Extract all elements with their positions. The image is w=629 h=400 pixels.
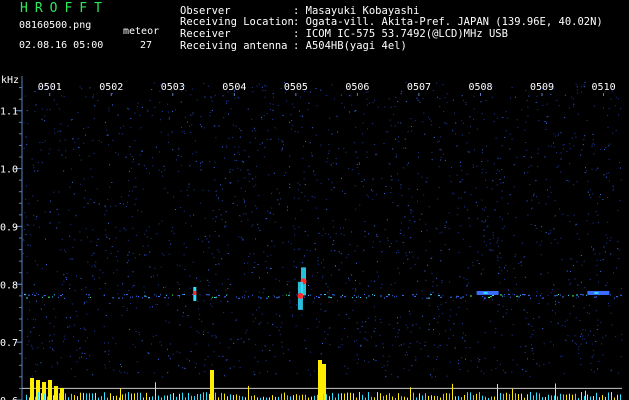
y-tick-label: 0.6 [0, 396, 18, 400]
x-tick-label: 0503 [161, 82, 185, 93]
x-tick-label: 0506 [345, 82, 369, 93]
meteor-echo-core [193, 290, 197, 295]
antenna-label: Receiving antenna [180, 40, 288, 52]
level-spikes [26, 360, 621, 400]
observer-value: : Masayuki Kobayashi [293, 5, 420, 17]
observer-label: Observer [180, 5, 231, 17]
y-tick-label: 1.0 [0, 165, 18, 176]
y-tick-label: 1.1 [0, 107, 18, 118]
y-tick-label: 0.9 [0, 222, 18, 233]
y-axis-unit: kHz [1, 75, 19, 86]
meteor-label: meteor [123, 26, 160, 37]
noise-field [22, 82, 623, 378]
app-logo: HROFFT [20, 1, 109, 16]
carrier-trace [24, 293, 622, 299]
x-tick-label: 0508 [468, 82, 492, 93]
x-tick-label: 0509 [530, 82, 554, 93]
receiver-value: : ICOM IC-575 53.7492(@LCD)MHz USB [293, 28, 508, 40]
x-tick-label: 0501 [38, 82, 62, 93]
antenna-value: : A504HB(yagi 4el) [293, 40, 407, 52]
x-tick-label: 0510 [592, 82, 616, 93]
x-tick-label: 0502 [99, 82, 123, 93]
x-tick-label: 0505 [284, 82, 308, 93]
y-tick-label: 0.8 [0, 280, 18, 291]
meteor-echo-core [594, 291, 599, 294]
hrofft-screen: kHz 1.1 1.0 0.9 0.8 0.7 0.6 0501 0502 0503 0504 050… [0, 0, 629, 400]
meteor-echo-core [483, 291, 488, 294]
filename-label: 08160500.png [19, 20, 92, 31]
location-value: : Ogata-vill. Akita-Pref. JAPAN (139.96E… [293, 16, 603, 28]
datetime-label: 02.08.16 05:00 [19, 40, 104, 51]
y-tick-label: 0.7 [0, 338, 18, 349]
meteor-count: 27 [140, 40, 153, 51]
meteor-echo-core [297, 292, 304, 299]
x-tick-label: 0507 [407, 82, 431, 93]
location-label: Receiving Location [180, 16, 294, 28]
spectrogram-plot: kHz 1.1 1.0 0.9 0.8 0.7 0.6 0501 0502 0503 0504 050… [0, 75, 623, 400]
x-tick-label: 0504 [222, 82, 246, 93]
receiver-label: Receiver [180, 28, 231, 40]
